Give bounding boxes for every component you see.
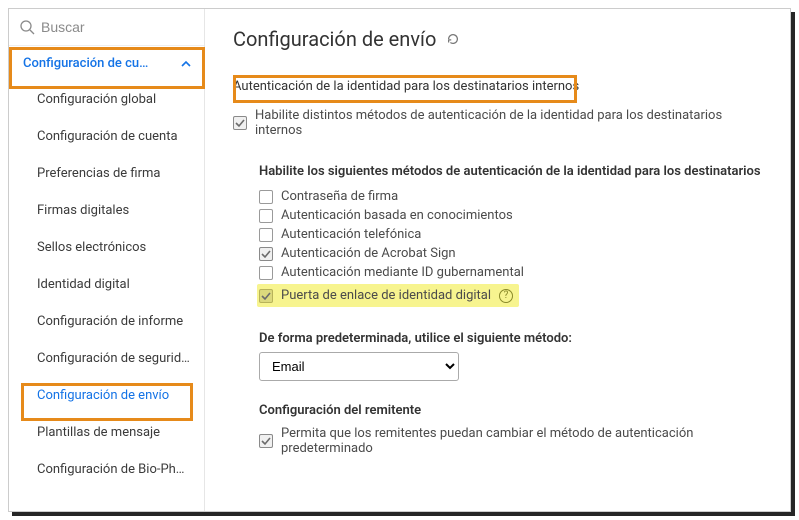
- auth-method-row: Autenticación mediante ID gubernamental: [259, 263, 762, 282]
- sidebar-section-label: Configuración de cu…: [23, 56, 148, 71]
- page-title: Configuración de envío: [233, 27, 762, 51]
- sidebar-item[interactable]: Configuración de cuenta: [9, 118, 204, 155]
- sidebar-item[interactable]: Preferencias de firma: [9, 155, 204, 192]
- auth-method-checkbox[interactable]: [259, 228, 273, 242]
- sidebar-item[interactable]: Configuración de informe: [9, 303, 204, 340]
- auth-method-checkbox[interactable]: [259, 247, 273, 261]
- sidebar-item-label: Preferencias de firma: [37, 166, 161, 181]
- enable-auth-row: Habilite distintos métodos de autenticac…: [233, 106, 762, 140]
- sender-option-checkbox[interactable]: [259, 434, 273, 448]
- auth-method-label: Autenticación mediante ID gubernamental: [281, 265, 524, 280]
- search-input[interactable]: [41, 19, 194, 35]
- enable-auth-label: Habilite distintos métodos de autenticac…: [255, 108, 762, 138]
- default-method-select[interactable]: Email: [259, 352, 459, 381]
- sidebar-list[interactable]: Configuración global Configuración de cue…: [9, 81, 204, 511]
- highlighted-method: Puerta de enlace de identidad digital?: [257, 284, 519, 307]
- sidebar-item-label: Configuración de envío: [37, 388, 169, 403]
- sidebar-item[interactable]: Sellos electrónicos: [9, 229, 204, 266]
- sidebar-item-label: Plantillas de mensaje: [37, 425, 160, 440]
- auth-method-checkbox[interactable]: [259, 289, 273, 303]
- sidebar-item[interactable]: Identidad digital: [9, 266, 204, 303]
- auth-method-row: Autenticación de Acrobat Sign: [259, 244, 762, 263]
- sidebar-item-label: Configuración de Bio-Ph…: [37, 462, 185, 477]
- sidebar-section-header[interactable]: Configuración de cu…: [9, 46, 204, 81]
- sidebar-item[interactable]: Configuración de segurid…: [9, 340, 204, 377]
- auth-method-row: Autenticación telefónica: [259, 225, 762, 244]
- auth-method-row: Contraseña de firma: [259, 187, 762, 206]
- search-wrap: [9, 9, 204, 46]
- auth-method-label: Autenticación de Acrobat Sign: [281, 246, 456, 261]
- auth-method-checkbox[interactable]: [259, 209, 273, 223]
- auth-methods-group: Habilite los siguientes métodos de auten…: [259, 164, 762, 309]
- sidebar-item[interactable]: Plantillas de mensaje: [9, 414, 204, 451]
- auth-method-row: Autenticación basada en conocimientos: [259, 206, 762, 225]
- sidebar: Configuración de cu… Configuración globa…: [9, 9, 205, 511]
- default-method-label: De forma predeterminada, utilice el sigu…: [259, 331, 762, 346]
- auth-method-label: Contraseña de firma: [281, 189, 398, 204]
- auth-methods-label: Habilite los siguientes métodos de auten…: [259, 164, 762, 179]
- main-panel: Configuración de envío Autenticación de …: [205, 9, 790, 511]
- sidebar-item[interactable]: Configuración de Bio-Ph…: [9, 451, 204, 488]
- sidebar-item-label: Firmas digitales: [37, 203, 129, 218]
- page-title-text: Configuración de envío: [233, 27, 436, 51]
- sender-config-label: Configuración del remitente: [259, 403, 762, 418]
- chevron-up-icon: [180, 58, 192, 70]
- search: [17, 15, 196, 39]
- enable-auth-checkbox[interactable]: [233, 116, 247, 130]
- sidebar-item-label: Identidad digital: [37, 277, 130, 292]
- sender-config-section: Configuración del remitente Permita que …: [259, 403, 762, 458]
- app-frame: Configuración de cu… Configuración globa…: [8, 8, 791, 512]
- auth-method-checkbox[interactable]: [259, 266, 273, 280]
- sidebar-item[interactable]: Firmas digitales: [9, 192, 204, 229]
- info-icon[interactable]: ?: [499, 289, 513, 303]
- auth-method-row: Puerta de enlace de identidad digital?: [259, 282, 762, 309]
- search-icon: [19, 19, 35, 35]
- auth-method-label: Autenticación basada en conocimientos: [281, 208, 513, 223]
- auth-section-title: Autenticación de la identidad para los d…: [233, 79, 762, 100]
- auth-method-checkbox[interactable]: [259, 190, 273, 204]
- refresh-icon[interactable]: [446, 32, 460, 46]
- sidebar-item-label: Sellos electrónicos: [37, 240, 146, 255]
- sidebar-item-label: Configuración de cuenta: [37, 129, 178, 144]
- sidebar-item[interactable]: Configuración de envío: [9, 377, 204, 414]
- sender-option-row: Permita que los remitentes puedan cambia…: [259, 424, 762, 458]
- sender-option-label: Permita que los remitentes puedan cambia…: [281, 426, 762, 456]
- sidebar-item-label: Configuración global: [37, 92, 156, 107]
- auth-section: Autenticación de la identidad para los d…: [233, 75, 762, 458]
- default-method-section: De forma predeterminada, utilice el sigu…: [259, 331, 762, 381]
- auth-method-label: Puerta de enlace de identidad digital: [281, 288, 491, 303]
- sidebar-item-label: Configuración de informe: [37, 314, 183, 329]
- sidebar-item[interactable]: Configuración global: [9, 81, 204, 118]
- auth-method-label: Autenticación telefónica: [281, 227, 421, 242]
- sidebar-item-label: Configuración de segurid…: [37, 351, 190, 366]
